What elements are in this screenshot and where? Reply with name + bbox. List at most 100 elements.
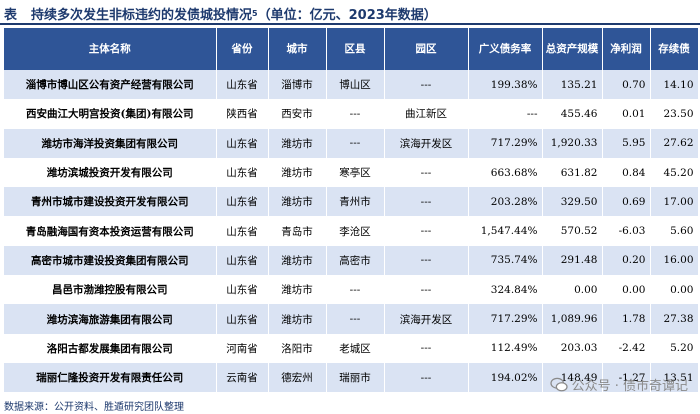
table-cell: ---: [326, 304, 385, 334]
table-cell: 山东省: [216, 157, 269, 188]
table-cell: 199.38%: [468, 70, 543, 100]
table-cell: 5.95: [602, 128, 651, 158]
table-cell: 潍坊滨城投资开发有限公司: [4, 157, 217, 188]
table-cell: 16.00: [650, 245, 699, 276]
table-cell: 山东省: [216, 304, 269, 334]
table-cell: 735.74%: [468, 245, 543, 276]
table-cell: 112.49%: [468, 333, 543, 363]
column-header: 主体名称: [4, 28, 217, 70]
table-cell: 23.50: [650, 99, 699, 129]
table-cell: 17.00: [650, 187, 699, 217]
watermark: 公众号 · 债市奇谭记: [549, 375, 688, 394]
table-cell: 淄博市博山区公有资产经营有限公司: [4, 70, 217, 100]
table-cell: 0.20: [602, 245, 651, 276]
table-cell: 陕西省: [216, 99, 269, 129]
table-cell: 5.60: [650, 216, 699, 246]
table-row: 潍坊滨城投资开发有限公司 山东省 潍坊市 寒亭区 --- 663.68% 631.82 0.8…: [4, 157, 699, 188]
data-source-note: 数据来源：公开资料、胜遁研究团队整理: [4, 402, 184, 413]
table-cell: 663.68%: [468, 157, 543, 188]
column-header: 城市: [268, 28, 327, 70]
table-row: 潍坊滨海旅游集团有限公司 山东省 潍坊市 --- 滨海开发区 717.29% 1,089.9…: [4, 304, 699, 334]
table-cell: 1,547.44%: [468, 216, 543, 246]
table-cell: 1,920.33: [542, 128, 603, 158]
table-unit-note: （单位：亿元、2023年数据）: [257, 7, 437, 23]
table-cell: 瑞丽市: [326, 362, 385, 393]
table-cell: 0.69: [602, 187, 651, 217]
table-body: 淄博市博山区公有资产经营有限公司 山东省 淄博市 博山区 --- 199.38% 135.2…: [4, 70, 699, 393]
table-cell: 博山区: [326, 70, 385, 100]
table-cell: 329.50: [542, 187, 603, 217]
table-cell: 淄博市: [268, 70, 327, 100]
table-cell: ---: [384, 362, 469, 393]
table-cell: 203.28%: [468, 187, 543, 217]
wechat-icon: [549, 377, 568, 391]
table-cell: 李沧区: [326, 216, 385, 246]
column-header: 园区: [384, 28, 469, 70]
table-cell: 山东省: [216, 216, 269, 246]
table-cell: ---: [468, 99, 543, 129]
table-label: 表: [4, 7, 18, 23]
column-header: 总资产规模: [542, 28, 603, 70]
table-cell: 滨海开发区: [384, 128, 469, 158]
column-header: 区县: [326, 28, 385, 70]
table-cell: 青岛融海国有资本投资运营有限公司: [4, 216, 217, 246]
table-title: 持续多次发生非标违约的发债城投情况: [31, 7, 253, 23]
table-row: 高密市城市建设投资集团有限公司 山东省 潍坊市 高密市 --- 735.74% 291.48…: [4, 245, 699, 276]
table-cell: 0.00: [542, 275, 603, 305]
table-cell: 潍坊市: [268, 275, 327, 305]
table-cell: ---: [384, 70, 469, 100]
table-cell: ---: [384, 275, 469, 305]
table-cell: ---: [384, 333, 469, 363]
table-cell: -2.42: [602, 333, 651, 363]
table-cell: 山东省: [216, 128, 269, 158]
table-cell: 滨海开发区: [384, 304, 469, 334]
table-cell: 14.10: [650, 70, 699, 100]
table-cell: 1,089.96: [542, 304, 603, 334]
table-cell: 203.03: [542, 333, 603, 363]
table-cell: 高密市城市建设投资集团有限公司: [4, 245, 217, 276]
table-cell: 洛阳古都发展集团有限公司: [4, 333, 217, 363]
table-cell: 潍坊市: [268, 157, 327, 188]
table-cell: 潍坊市海洋投资集团有限公司: [4, 128, 217, 158]
table-cell: ---: [326, 99, 385, 129]
table-cell: 山东省: [216, 245, 269, 276]
table-cell: 老城区: [326, 333, 385, 363]
table-cell: 324.84%: [468, 275, 543, 305]
table-cell: 717.29%: [468, 128, 543, 158]
table-cell: 昌邑市渤潍控股有限公司: [4, 275, 217, 305]
column-header: 广义债务率: [468, 28, 543, 70]
table-cell: 云南省: [216, 362, 269, 393]
table-cell: 山东省: [216, 70, 269, 100]
table-cell: 潍坊市: [268, 128, 327, 158]
table-cell: 潍坊市: [268, 245, 327, 276]
table-cell: 135.21: [542, 70, 603, 100]
table-row: 昌邑市渤潍控股有限公司 山东省 潍坊市 --- --- 324.84% 0.00 0.00 0.…: [4, 275, 699, 305]
table-cell: 寒亭区: [326, 157, 385, 188]
table-cell: 青州市: [326, 187, 385, 217]
table-cell: 194.02%: [468, 362, 543, 393]
table-cell: 山东省: [216, 275, 269, 305]
table-row: 青岛融海国有资本投资运营有限公司 山东省 青岛市 李沧区 --- 1,547.44% 570…: [4, 216, 699, 246]
table-cell: 西安市: [268, 99, 327, 129]
table-cell: 高密市: [326, 245, 385, 276]
table-cell: 570.52: [542, 216, 603, 246]
watermark-text: 公众号 · 债市奇谭记: [571, 379, 688, 394]
table-cell: 潍坊滨海旅游集团有限公司: [4, 304, 217, 334]
table-row: 潍坊市海洋投资集团有限公司 山东省 潍坊市 --- 滨海开发区 717.29% 1,920.…: [4, 128, 699, 158]
table-cell: -6.03: [602, 216, 651, 246]
table-cell: 西安曲江大明宫投资(集团)有限公司: [4, 99, 217, 129]
table-cell: 0.00: [650, 275, 699, 305]
title-underline: [0, 23, 700, 25]
table-cell: 27.38: [650, 304, 699, 334]
table-row: 淄博市博山区公有资产经营有限公司 山东省 淄博市 博山区 --- 199.38% 135.2…: [4, 70, 699, 100]
table-cell: 潍坊市: [268, 304, 327, 334]
table-cell: 青岛市: [268, 216, 327, 246]
table-cell: 洛阳市: [268, 333, 327, 363]
table-cell: 291.48: [542, 245, 603, 276]
column-header: 净利润: [602, 28, 651, 70]
table-cell: 1.78: [602, 304, 651, 334]
table-cell: 潍坊市: [268, 187, 327, 217]
table-cell: 河南省: [216, 333, 269, 363]
table-cell: 青州市城市建设投资开发有限公司: [4, 187, 217, 217]
table-cell: 0.01: [602, 99, 651, 129]
